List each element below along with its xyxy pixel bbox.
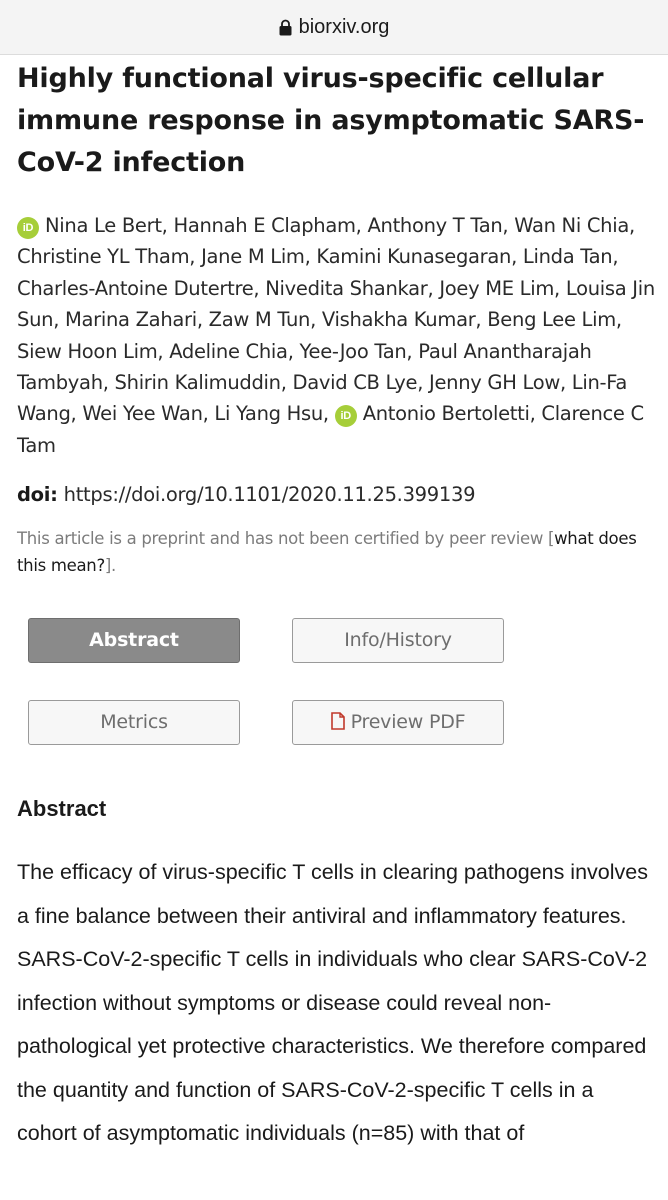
url-display[interactable]: biorxiv.org: [0, 14, 668, 43]
preview-pdf-button[interactable]: Preview PDF: [292, 700, 504, 745]
orcid-icon[interactable]: iD: [17, 217, 39, 239]
preprint-notice-end: ].: [104, 556, 116, 575]
preprint-notice-text: This article is a preprint and has not b…: [17, 529, 555, 548]
author-list: iD Nina Le Bert, Hannah E Clapham, Anthon…: [17, 210, 657, 461]
tab-metrics[interactable]: Metrics: [28, 700, 240, 745]
tab-abstract[interactable]: Abstract: [28, 618, 240, 663]
lock-icon: [279, 17, 292, 43]
doi-link[interactable]: https://doi.org/10.1101/2020.11.25.39913…: [64, 483, 476, 506]
preprint-notice: This article is a preprint and has not b…: [17, 525, 649, 579]
pdf-file-icon: [330, 703, 345, 745]
url-text: biorxiv.org: [298, 16, 390, 38]
abstract-body: The efficacy of virus-specific T cells i…: [17, 860, 648, 1145]
abstract-heading: Abstract: [17, 796, 107, 821]
doi-label: doi:: [17, 483, 58, 506]
article-title: Highly functional virus-specific cellula…: [17, 63, 645, 178]
browser-address-bar[interactable]: biorxiv.org: [0, 0, 668, 55]
tab-info-history[interactable]: Info/History: [292, 618, 504, 663]
authors-text-part1: Nina Le Bert, Hannah E Clapham, Anthony …: [17, 214, 655, 426]
preview-pdf-label: Preview PDF: [350, 711, 466, 733]
doi-line: doi: https://doi.org/10.1101/2020.11.25.3…: [17, 480, 476, 510]
orcid-icon[interactable]: iD: [334, 405, 357, 428]
